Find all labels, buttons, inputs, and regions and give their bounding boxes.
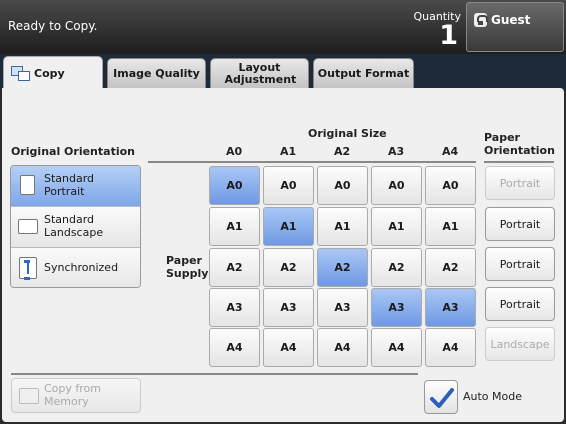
cell-a4-a4[interactable]: A4 — [425, 328, 476, 367]
cell-a2-a3[interactable]: A3 — [317, 288, 368, 327]
cell-a4-a3[interactable]: A3 — [425, 288, 476, 327]
paper-supply-label: Paper Supply — [166, 254, 209, 281]
paper-orientation-button-2[interactable]: Portrait — [485, 207, 555, 241]
copy-icon — [11, 66, 31, 81]
memory-icon — [19, 388, 39, 404]
synchronized-icon — [19, 257, 37, 280]
quantity-value[interactable]: 1 — [439, 20, 458, 51]
cell-a0-a2[interactable]: A2 — [209, 248, 260, 287]
cell-a3-a1[interactable]: A1 — [371, 207, 422, 246]
original-size-divider — [148, 161, 476, 163]
tab-layout-adjustment[interactable]: Layout Adjustment — [210, 58, 309, 88]
cell-a1-a4[interactable]: A4 — [263, 328, 314, 367]
cell-a3-a3[interactable]: A3 — [371, 288, 422, 327]
standard-landscape-option[interactable]: Standard Landscape — [11, 207, 140, 248]
original-orientation-group: Standard Portrait Standard Landscape Syn… — [10, 165, 141, 288]
auto-mode-label: Auto Mode — [463, 390, 523, 403]
paper-orientation-button-3[interactable]: Portrait — [485, 247, 555, 281]
cell-a0-a0[interactable]: A0 — [209, 166, 260, 205]
tab-layout-adjustment-label: Layout Adjustment — [224, 60, 297, 86]
synchronized-label: Synchronized — [44, 261, 119, 274]
synchronized-option[interactable]: Synchronized — [11, 248, 140, 287]
checkmark-icon — [430, 388, 454, 408]
tab-copy-label: Copy — [34, 66, 65, 80]
cell-a3-a2[interactable]: A2 — [371, 248, 422, 287]
col-header-a0: A0 — [226, 145, 243, 158]
standard-portrait-label: Standard Portrait — [44, 172, 95, 198]
status-bar: Ready to Copy. Quantity 1 Guest — [0, 0, 566, 54]
guest-button[interactable]: Guest — [466, 2, 564, 52]
tab-output-format[interactable]: Output Format — [313, 58, 414, 88]
cell-a1-a0[interactable]: A0 — [263, 166, 314, 205]
cell-a1-a2[interactable]: A2 — [263, 248, 314, 287]
cell-a3-a4[interactable]: A4 — [371, 328, 422, 367]
col-header-a1: A1 — [280, 145, 297, 158]
paper-orientation-button-1: Portrait — [485, 166, 555, 200]
tab-output-format-label: Output Format — [317, 66, 410, 80]
bottom-divider — [11, 373, 418, 375]
original-orientation-label: Original Orientation — [11, 145, 135, 158]
cell-a2-a0[interactable]: A0 — [317, 166, 368, 205]
standard-landscape-label: Standard Landscape — [44, 213, 104, 239]
portrait-page-icon — [20, 175, 35, 195]
paper-orientation-divider — [484, 161, 554, 163]
paper-orientation-button-4[interactable]: Portrait — [485, 287, 555, 321]
landscape-page-icon — [18, 219, 38, 234]
copy-from-memory-label: Copy from Memory — [44, 382, 101, 408]
col-header-a2: A2 — [334, 145, 351, 158]
col-header-a4: A4 — [442, 145, 459, 158]
cell-a1-a3[interactable]: A3 — [263, 288, 314, 327]
lock-icon — [474, 13, 488, 27]
copy-from-memory-button: Copy from Memory — [11, 378, 141, 413]
auto-mode-checkbox[interactable] — [424, 380, 458, 414]
cell-a4-a0[interactable]: A0 — [425, 166, 476, 205]
tab-copy[interactable]: Copy — [3, 56, 103, 90]
cell-a4-a1[interactable]: A1 — [425, 207, 476, 246]
col-header-a3: A3 — [388, 145, 405, 158]
paper-orientation-label: Paper Orientation — [484, 131, 555, 158]
standard-portrait-option[interactable]: Standard Portrait — [11, 166, 140, 207]
cell-a0-a1[interactable]: A1 — [209, 207, 260, 246]
guest-label: Guest — [491, 13, 531, 27]
tab-image-quality[interactable]: Image Quality — [107, 58, 206, 88]
cell-a1-a1[interactable]: A1 — [263, 207, 314, 246]
paper-orientation-button-5: Landscape — [485, 327, 555, 361]
cell-a2-a1[interactable]: A1 — [317, 207, 368, 246]
cell-a0-a3[interactable]: A3 — [209, 288, 260, 327]
cell-a3-a0[interactable]: A0 — [371, 166, 422, 205]
cell-a4-a2[interactable]: A2 — [425, 248, 476, 287]
cell-a2-a4[interactable]: A4 — [317, 328, 368, 367]
status-message: Ready to Copy. — [8, 19, 98, 33]
cell-a2-a2[interactable]: A2 — [317, 248, 368, 287]
tab-image-quality-label: Image Quality — [113, 66, 200, 80]
original-size-label: Original Size — [308, 127, 387, 140]
cell-a0-a4[interactable]: A4 — [209, 328, 260, 367]
